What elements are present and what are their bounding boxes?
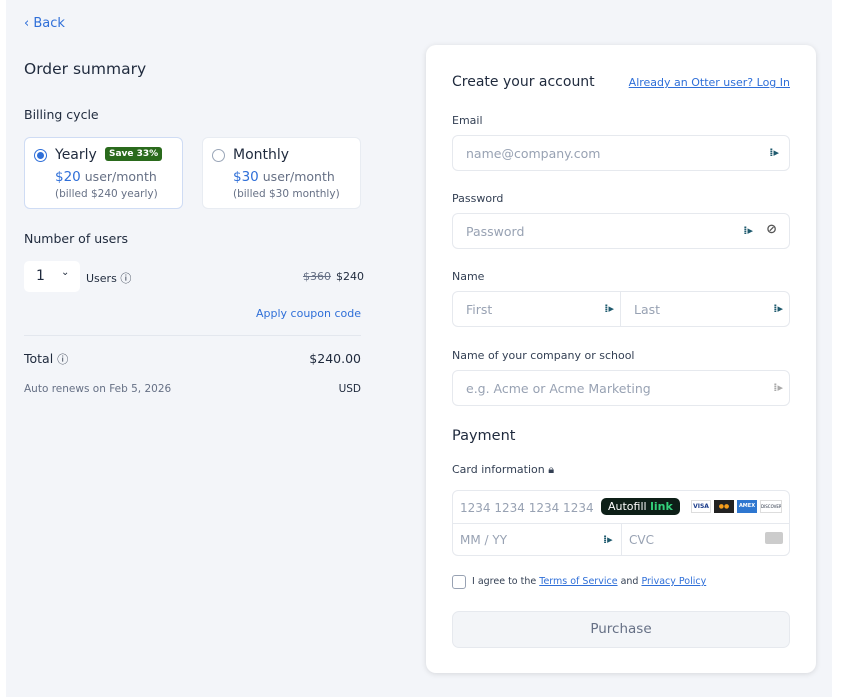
visa-icon: VISA [691, 500, 711, 513]
agree-text: I agree to the Terms of Service and Priv… [472, 576, 707, 587]
email-label: Email [452, 114, 483, 127]
cvc-input[interactable]: CVC [629, 533, 654, 547]
privacy-link[interactable]: Privacy Policy [641, 576, 706, 587]
terms-link[interactable]: Terms of Service [539, 576, 617, 587]
last-name-field[interactable]: Last ⁞▸ [621, 291, 790, 327]
back-link[interactable]: ‹ Back [24, 16, 65, 31]
yearly-option[interactable]: Yearly Save 33% $20 user/month (billed $… [24, 137, 183, 209]
currency: USD [338, 383, 361, 395]
yearly-billed: (billed $240 yearly) [55, 188, 158, 200]
password-label: Password [452, 192, 504, 205]
autofill-icon: ⁞▸ [773, 381, 783, 394]
discover-icon: DISCOVER [760, 500, 782, 513]
email-field[interactable]: name@company.com ⁞▸ [452, 135, 790, 171]
info-icon: ⓘ [120, 272, 132, 285]
autofill-icon: ⁞▸ [603, 533, 613, 546]
yearly-radio[interactable] [34, 149, 47, 162]
yearly-label: Yearly [55, 147, 97, 163]
mastercard-icon: ●● [714, 500, 734, 513]
total-value: $240.00 [309, 351, 361, 366]
eye-off-icon[interactable]: ⊘ [766, 222, 777, 237]
billing-cycle-label: Billing cycle [24, 107, 99, 122]
monthly-price: $30 user/month [233, 169, 335, 185]
renew-date: Auto renews on Feb 5, 2026 [24, 383, 172, 395]
lock-icon: 🔒︎ [548, 463, 555, 476]
chevron-down-icon: ⌄ [61, 267, 70, 278]
info-icon: ⓘ [57, 353, 69, 366]
save-badge: Save 33% [105, 147, 163, 161]
amex-icon: AMEX [737, 500, 757, 513]
agree-checkbox[interactable] [452, 575, 466, 589]
autofill-icon: ⁞▸ [773, 302, 783, 315]
expiry-input[interactable]: MM / YY [460, 533, 507, 547]
cvc-card-icon [765, 532, 783, 544]
company-field[interactable]: e.g. Acme or Acme Marketing ⁞▸ [452, 370, 790, 406]
total-label: Total ⓘ [24, 351, 69, 366]
card-brands: VISA ●● AMEX DISCOVER [691, 500, 782, 513]
account-card: Create your account Already an Otter use… [426, 45, 816, 673]
card-info-label: Card information 🔒︎ [452, 463, 555, 476]
autofill-link-button[interactable]: Autofill link [601, 498, 680, 515]
price: $240 [336, 270, 364, 283]
monthly-option[interactable]: Monthly $30 user/month (billed $30 month… [202, 137, 361, 209]
first-name-field[interactable]: First ⁞▸ [452, 291, 621, 327]
card-number-input[interactable]: 1234 1234 1234 1234 [460, 501, 594, 515]
company-label: Name of your company or school [452, 349, 635, 362]
monthly-billed: (billed $30 monthly) [233, 188, 340, 200]
purchase-button[interactable]: Purchase [452, 611, 790, 648]
autofill-icon: ⁞▸ [743, 224, 753, 237]
name-label: Name [452, 270, 485, 283]
password-field[interactable]: Password ⁞▸ ⊘ [452, 213, 790, 249]
users-label: Number of users [24, 231, 128, 246]
users-select[interactable]: 1 ⌄ [24, 261, 80, 292]
order-summary-title: Order summary [24, 60, 147, 78]
monthly-label: Monthly [233, 147, 290, 163]
monthly-radio[interactable] [212, 149, 225, 162]
autofill-icon: ⁞▸ [604, 302, 614, 315]
chevron-left-icon: ‹ [24, 16, 34, 31]
users-text: Users ⓘ [86, 272, 132, 285]
create-account-title: Create your account [452, 74, 595, 90]
payment-title: Payment [452, 428, 516, 444]
yearly-price: $20 user/month [55, 169, 157, 185]
divider [24, 335, 361, 336]
apply-coupon-link[interactable]: Apply coupon code [256, 307, 361, 320]
autofill-icon: ⁞▸ [769, 146, 779, 159]
card-box: 1234 1234 1234 1234 Autofill link VISA ●… [452, 490, 790, 556]
old-price: $360 [303, 270, 331, 283]
login-link[interactable]: Already an Otter user? Log In [629, 76, 790, 89]
